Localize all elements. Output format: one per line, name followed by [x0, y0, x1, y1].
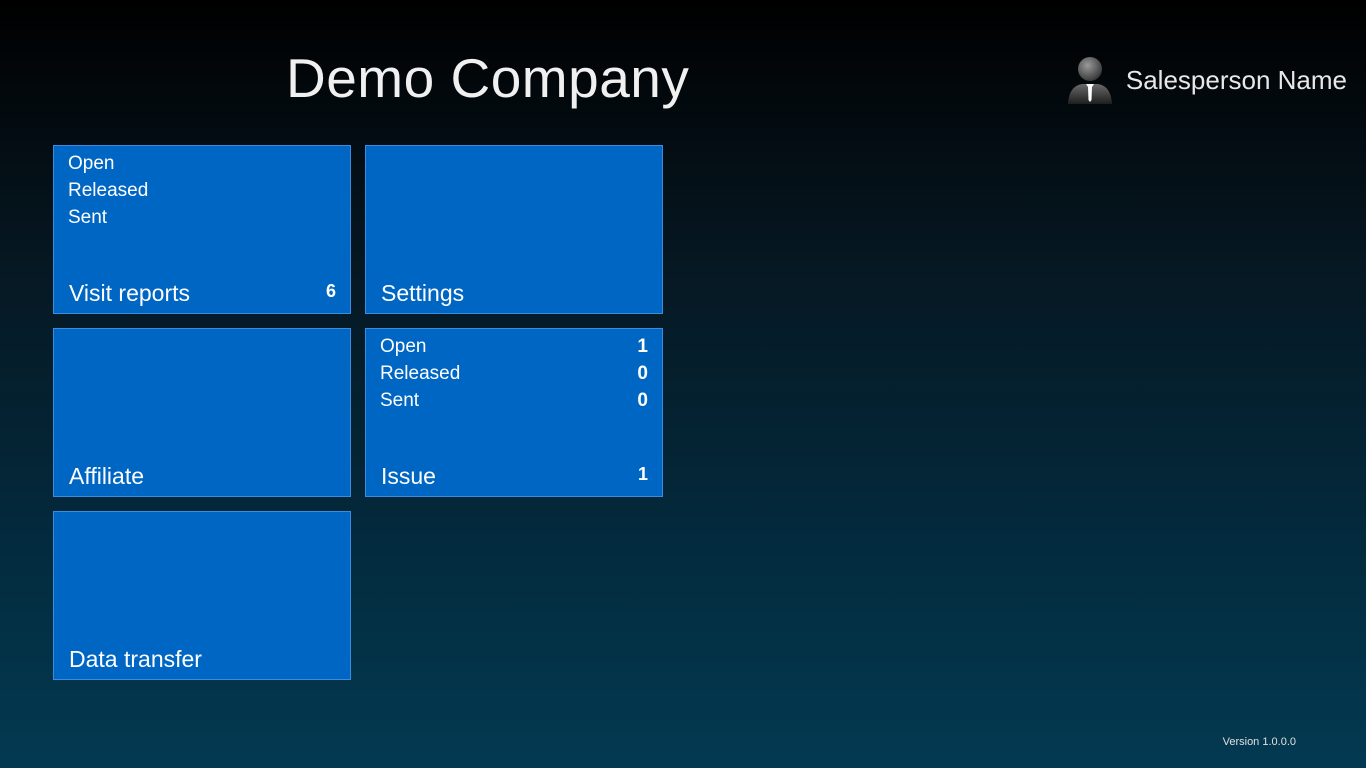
visit-reports-tile[interactable]: Open Released Sent Visit reports 6: [53, 145, 351, 314]
status-label: Sent: [380, 390, 420, 411]
tile-count: 6: [325, 281, 336, 301]
status-count: 1: [637, 336, 648, 357]
issue-status-list: Open 1 Released 0 Sent 0: [380, 333, 648, 414]
user-profile[interactable]: Salesperson Name: [1064, 54, 1347, 106]
status-label: Open: [380, 336, 427, 357]
status-row-open: Open 1: [380, 333, 648, 360]
status-label: Open: [68, 153, 115, 174]
status-count: 0: [637, 390, 648, 411]
visit-reports-status-list: Open Released Sent: [68, 150, 336, 231]
tile-label: Visit reports: [69, 280, 191, 306]
tile-label: Data transfer: [69, 646, 202, 672]
user-name: Salesperson Name: [1125, 64, 1347, 95]
status-label: Released: [380, 363, 461, 384]
status-row-sent: Sent: [68, 204, 336, 231]
data-transfer-tile[interactable]: Data transfer: [53, 511, 351, 680]
settings-tile[interactable]: Settings: [365, 145, 663, 314]
affiliate-tile[interactable]: Affiliate: [53, 328, 351, 497]
status-row-released: Released 0: [380, 360, 648, 387]
tile-label: Settings: [381, 280, 465, 306]
status-count: 0: [637, 363, 648, 384]
issue-tile[interactable]: Open 1 Released 0 Sent 0 Issue 1: [365, 328, 663, 497]
tile-count: 1: [637, 464, 648, 484]
tile-label: Issue: [381, 463, 436, 489]
user-avatar-icon: [1067, 57, 1112, 104]
status-label: Released: [68, 180, 149, 201]
version-label: Version 1.0.0.0: [1222, 736, 1296, 748]
status-label: Sent: [68, 207, 108, 228]
status-row-sent: Sent 0: [380, 387, 648, 414]
status-row-released: Released: [68, 177, 336, 204]
tile-label: Affiliate: [69, 463, 145, 489]
company-title: Demo Company: [286, 47, 690, 109]
status-row-open: Open: [68, 150, 336, 177]
